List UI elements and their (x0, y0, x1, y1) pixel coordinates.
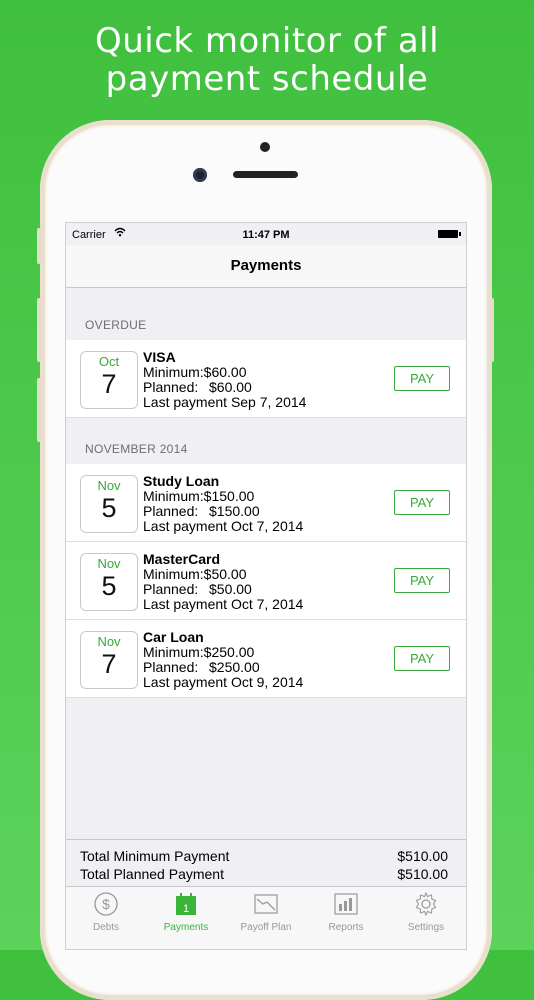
debt-name: MasterCard (143, 551, 221, 567)
tab-payments[interactable]: 1 Payments (146, 887, 226, 949)
pay-button[interactable]: PAY (394, 366, 450, 391)
tab-label: Payments (163, 922, 209, 933)
total-planned-row: Total Planned Payment $510.00 (80, 866, 448, 884)
payment-info: Study Loan Minimum:$150.00 Planned: $150.… (143, 474, 303, 534)
phone-side-button (37, 228, 41, 264)
last-payment: Last payment Sep 7, 2014 (143, 394, 307, 410)
tab-label: Payoff Plan (240, 922, 292, 933)
status-bar: Carrier 11:47 PM (66, 223, 466, 245)
section-header-overdue: OVERDUE (66, 288, 466, 340)
proximity-sensor (260, 142, 270, 152)
due-month: Nov (97, 478, 121, 493)
debt-name: Car Loan (143, 629, 204, 645)
planned-label: Planned: (143, 379, 199, 395)
last-payment: Last payment Oct 7, 2014 (143, 596, 304, 612)
due-date-calendar: Oct 7 (80, 351, 138, 409)
tab-bar: $ Debts 1 Payments Payoff Plan Reports S… (66, 886, 466, 949)
tab-label: Reports (328, 922, 364, 933)
bar-chart-icon (334, 892, 358, 916)
due-month: Nov (97, 556, 121, 571)
total-minimum-label: Total Minimum Payment (80, 848, 230, 864)
section-header-label: NOVEMBER 2014 (85, 442, 188, 456)
tab-reports[interactable]: Reports (306, 887, 386, 949)
due-day: 5 (101, 571, 117, 601)
total-planned-label: Total Planned Payment (80, 866, 224, 882)
phone-volume-up (37, 298, 41, 362)
headline-line-1: Quick monitor of all (94, 21, 440, 61)
due-date-calendar: Nov 5 (80, 475, 138, 533)
minimum-amount: $250.00 (203, 644, 255, 660)
calendar-icon-number: 1 (183, 903, 189, 915)
pay-button[interactable]: PAY (394, 490, 450, 515)
phone-power-button (490, 298, 494, 362)
front-camera-icon (193, 168, 207, 182)
totals-panel: Total Minimum Payment $510.00 Total Plan… (66, 839, 466, 890)
planned-label: Planned: (143, 581, 199, 597)
phone-volume-down (37, 378, 41, 442)
debt-name: VISA (143, 349, 176, 365)
payment-row[interactable]: Oct 7 VISA Minimum:$60.00 Planned: $60.00… (66, 340, 466, 418)
svg-text:$: $ (102, 896, 110, 912)
status-time: 11:47 PM (242, 229, 290, 241)
due-day: 7 (101, 369, 117, 399)
planned-amount: $50.00 (209, 581, 252, 597)
total-minimum-row: Total Minimum Payment $510.00 (80, 848, 448, 866)
debt-name: Study Loan (143, 473, 220, 489)
minimum-label: Minimum: (143, 644, 204, 660)
tab-label: Settings (407, 922, 445, 933)
minimum-label: Minimum: (143, 488, 204, 504)
total-planned-value: $510.00 (397, 866, 448, 882)
section-header-label: OVERDUE (85, 318, 147, 332)
due-date-calendar: Nov 7 (80, 631, 138, 689)
planned-amount: $60.00 (209, 379, 252, 395)
payment-info: VISA Minimum:$60.00 Planned: $60.00 Last … (143, 350, 306, 410)
last-payment: Last payment Oct 7, 2014 (143, 518, 304, 534)
due-month: Nov (97, 634, 121, 649)
gear-icon (414, 891, 438, 917)
trend-chart-icon (254, 892, 278, 916)
tab-debts[interactable]: $ Debts (66, 887, 146, 949)
planned-amount: $250.00 (209, 659, 260, 675)
headline-line-2: payment schedule (105, 59, 429, 99)
planned-amount: $150.00 (209, 503, 260, 519)
pay-button[interactable]: PAY (394, 646, 450, 671)
payments-list: OVERDUE Oct 7 VISA Minimum:$60.00 Planne… (66, 288, 466, 698)
tab-payoff-plan[interactable]: Payoff Plan (226, 887, 306, 949)
minimum-amount: $150.00 (203, 488, 255, 504)
minimum-label: Minimum: (143, 364, 204, 380)
pay-button[interactable]: PAY (394, 568, 450, 593)
payment-row[interactable]: Nov 7 Car Loan Minimum:$250.00 Planned: $… (66, 620, 466, 698)
due-day: 7 (101, 649, 117, 679)
navigation-bar: Payments (66, 245, 466, 288)
payment-info: MasterCard Minimum:$50.00 Planned: $50.00… (143, 552, 303, 612)
planned-label: Planned: (143, 659, 199, 675)
promo-headline: Quick monitor of all payment schedule (0, 22, 534, 98)
due-day: 5 (101, 493, 117, 523)
minimum-amount: $60.00 (203, 364, 247, 380)
tab-label: Debts (92, 922, 120, 933)
earpiece-speaker (233, 171, 298, 178)
due-date-calendar: Nov 5 (80, 553, 138, 611)
calendar-icon: 1 (174, 892, 198, 916)
due-month: Oct (98, 354, 120, 369)
minimum-label: Minimum: (143, 566, 204, 582)
page-title: Payments (230, 257, 302, 274)
app-screen: Carrier 11:47 PM Payments OVERDUE Oct 7 … (65, 222, 467, 950)
dollar-icon: $ (94, 892, 118, 916)
minimum-amount: $50.00 (203, 566, 247, 582)
section-header-november: NOVEMBER 2014 (66, 418, 466, 464)
total-minimum-value: $510.00 (397, 848, 448, 864)
last-payment: Last payment Oct 9, 2014 (143, 674, 304, 690)
battery-icon (438, 230, 461, 238)
tab-settings[interactable]: Settings (386, 887, 466, 949)
payment-row[interactable]: Nov 5 MasterCard Minimum:$50.00 Planned:… (66, 542, 466, 620)
payment-info: Car Loan Minimum:$250.00 Planned: $250.00… (143, 630, 303, 690)
payment-row[interactable]: Nov 5 Study Loan Minimum:$150.00 Planned… (66, 464, 466, 542)
planned-label: Planned: (143, 503, 199, 519)
